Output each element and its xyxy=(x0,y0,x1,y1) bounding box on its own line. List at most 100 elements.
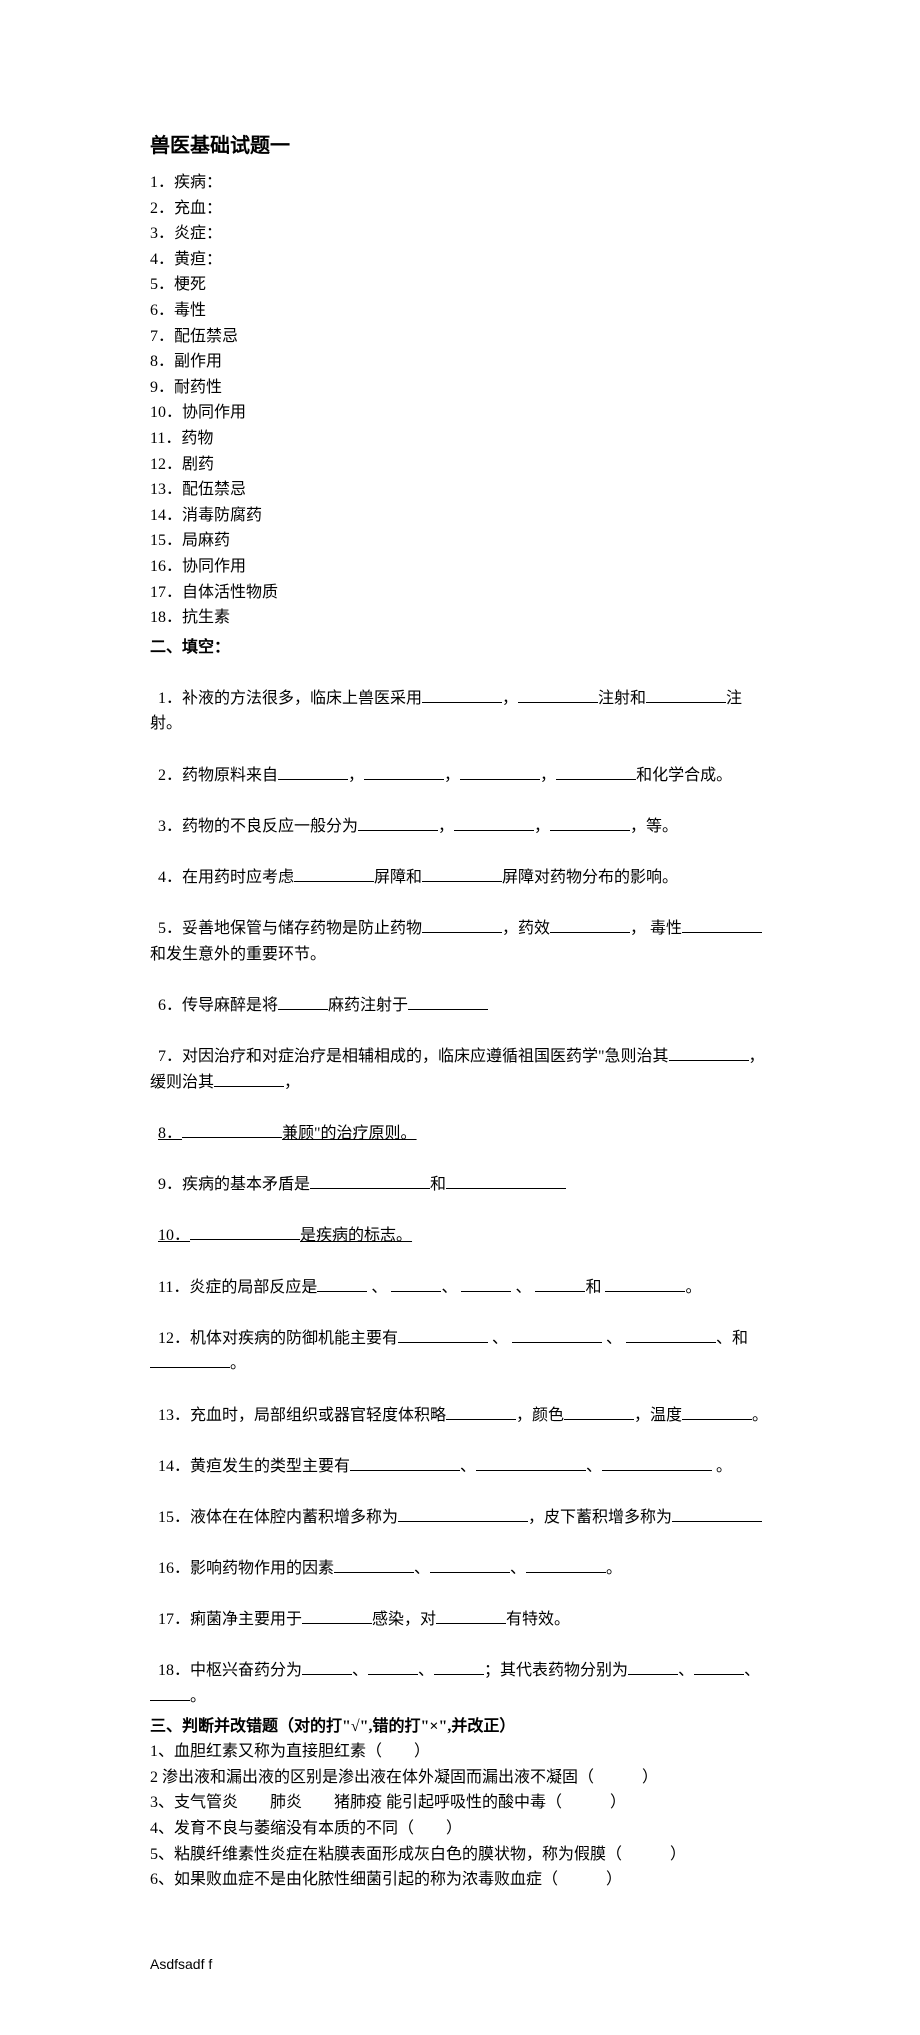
q-text: 11．炎症的局部反应是 xyxy=(158,1279,317,1296)
blank-field[interactable] xyxy=(368,1659,418,1675)
q-text: 、 xyxy=(678,1662,694,1679)
q-text: 注射和 xyxy=(598,690,646,707)
q-text: 和发生意外的重要环节。 xyxy=(150,946,326,963)
blank-field[interactable] xyxy=(422,687,502,703)
q-text: 。 xyxy=(752,1407,768,1424)
q-text: ，温度 xyxy=(634,1407,682,1424)
fill-question-1: 1．补液的方法很多，临床上兽医采用，注射和注射。 xyxy=(150,660,770,737)
q-text: 17．痢菌净主要用于 xyxy=(158,1611,302,1628)
blank-field[interactable] xyxy=(669,1045,749,1061)
q-text: 。 xyxy=(712,1458,732,1475)
document-title: 兽医基础试题一 xyxy=(150,130,770,162)
blank-field[interactable] xyxy=(182,1122,282,1138)
q-text: 屏障对药物分布的影响。 xyxy=(502,869,678,886)
blank-field[interactable] xyxy=(512,1327,602,1343)
q-text: 、 xyxy=(352,1662,368,1679)
q-text: ， 毒性 xyxy=(630,920,682,937)
q-text: ，皮下蓄积增多称为 xyxy=(528,1509,672,1526)
blank-field[interactable] xyxy=(391,1276,441,1292)
blank-field[interactable] xyxy=(628,1659,678,1675)
term-item: 16．协同作用 xyxy=(150,554,770,580)
blank-field[interactable] xyxy=(535,1276,585,1292)
q-text: 、 xyxy=(418,1662,434,1679)
q-text: 15．液体在在体腔内蓄积增多称为 xyxy=(158,1509,398,1526)
blank-field[interactable] xyxy=(422,866,502,882)
blank-field[interactable] xyxy=(398,1506,528,1522)
blank-field[interactable] xyxy=(605,1276,685,1292)
blank-field[interactable] xyxy=(626,1327,716,1343)
blank-field[interactable] xyxy=(150,1352,230,1368)
blank-field[interactable] xyxy=(214,1071,284,1087)
blank-field[interactable] xyxy=(294,866,374,882)
tf-question: 1、血胆红素又称为直接胆红素（ ） xyxy=(150,1739,770,1765)
q-text: ，药效 xyxy=(502,920,550,937)
term-item: 8．副作用 xyxy=(150,349,770,375)
blank-field[interactable] xyxy=(302,1659,352,1675)
term-item: 2．充血： xyxy=(150,196,770,222)
blank-field[interactable] xyxy=(436,1608,506,1624)
fill-question-15: 15．液体在在体腔内蓄积增多称为 ，皮下蓄积增多称为 xyxy=(150,1479,770,1530)
blank-field[interactable] xyxy=(317,1276,367,1292)
blank-field[interactable] xyxy=(556,764,636,780)
blank-field[interactable] xyxy=(446,1173,566,1189)
term-item: 10．协同作用 xyxy=(150,400,770,426)
q-text: 。 xyxy=(606,1560,622,1577)
blank-field[interactable] xyxy=(302,1608,372,1624)
q-text: ， xyxy=(438,818,454,835)
q-text: 2．药物原料来自 xyxy=(158,767,278,784)
blank-field[interactable] xyxy=(682,1404,752,1420)
blank-field[interactable] xyxy=(476,1455,586,1471)
q-text: 6．传导麻醉是将 xyxy=(158,997,278,1014)
tf-question: 4、发育不良与萎缩没有本质的不同（ ） xyxy=(150,1816,770,1842)
q-text: 、和 xyxy=(716,1330,748,1347)
q-text: 9．疾病的基本矛盾是 xyxy=(158,1176,310,1193)
q-text: 、 xyxy=(367,1279,391,1296)
blank-field[interactable] xyxy=(408,994,488,1010)
term-item: 7．配伍禁忌 xyxy=(150,324,770,350)
blank-field[interactable] xyxy=(358,815,438,831)
q-text: 和 xyxy=(430,1176,446,1193)
blank-field[interactable] xyxy=(682,917,762,933)
blank-field[interactable] xyxy=(550,815,630,831)
blank-field[interactable] xyxy=(334,1557,414,1573)
section-3-truefalse: 1、血胆红素又称为直接胆红素（ ） 2 渗出液和漏出液的区别是渗出液在体外凝固而… xyxy=(150,1739,770,1893)
blank-field[interactable] xyxy=(526,1557,606,1573)
q-text: 、 xyxy=(586,1458,602,1475)
blank-field[interactable] xyxy=(460,764,540,780)
fill-question-10: 10．是疾病的标志。 xyxy=(150,1198,770,1249)
q-text: ， xyxy=(502,690,518,707)
blank-field[interactable] xyxy=(422,917,502,933)
blank-field[interactable] xyxy=(278,994,328,1010)
q-text: 。 xyxy=(685,1279,701,1296)
q-text: ， xyxy=(534,818,550,835)
blank-field[interactable] xyxy=(364,764,444,780)
blank-field[interactable] xyxy=(550,917,630,933)
q-text: 18．中枢兴奋药分为 xyxy=(158,1662,302,1679)
blank-field[interactable] xyxy=(454,815,534,831)
blank-field[interactable] xyxy=(278,764,348,780)
blank-field[interactable] xyxy=(672,1506,762,1522)
blank-field[interactable] xyxy=(564,1404,634,1420)
blank-field[interactable] xyxy=(398,1327,488,1343)
blank-field[interactable] xyxy=(434,1659,484,1675)
q-text: ， xyxy=(348,767,364,784)
term-item: 13．配伍禁忌 xyxy=(150,477,770,503)
q-text: 1．补液的方法很多，临床上兽医采用 xyxy=(158,690,422,707)
fill-question-8: 8．兼顾"的治疗原则。 xyxy=(150,1095,770,1146)
blank-field[interactable] xyxy=(190,1224,300,1240)
q-text: 。 xyxy=(190,1688,206,1705)
blank-field[interactable] xyxy=(446,1404,516,1420)
blank-field[interactable] xyxy=(430,1557,510,1573)
blank-field[interactable] xyxy=(602,1455,712,1471)
q-text: 、 xyxy=(441,1279,461,1296)
term-item: 14．消毒防腐药 xyxy=(150,503,770,529)
q-text: ，颜色 xyxy=(516,1407,564,1424)
blank-field[interactable] xyxy=(518,687,598,703)
blank-field[interactable] xyxy=(350,1455,460,1471)
blank-field[interactable] xyxy=(461,1276,511,1292)
blank-field[interactable] xyxy=(694,1659,744,1675)
blank-field[interactable] xyxy=(646,687,726,703)
blank-field[interactable] xyxy=(150,1685,190,1701)
blank-field[interactable] xyxy=(310,1173,430,1189)
q-text: 4．在用药时应考虑 xyxy=(158,869,294,886)
